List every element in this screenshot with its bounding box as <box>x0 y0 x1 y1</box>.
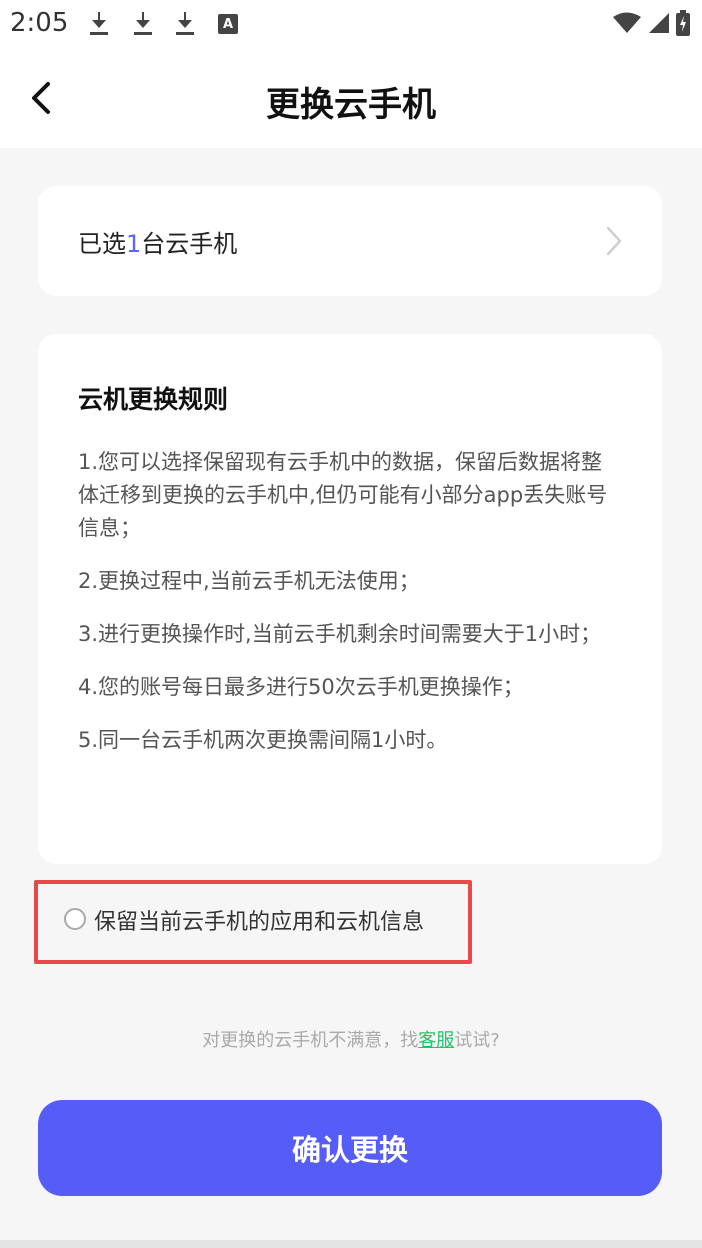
status-bar: 2:05 A <box>0 0 702 48</box>
status-right-icons <box>612 10 690 36</box>
bottom-edge <box>0 1240 702 1248</box>
battery-charging-icon <box>676 10 690 36</box>
a-notification-icon: A <box>218 14 238 34</box>
rule-item: 4.您的账号每日最多进行50次云手机更换操作； <box>78 675 524 699</box>
status-time: 2:05 <box>10 8 69 38</box>
selected-suffix: 台云手机 <box>141 230 238 258</box>
keep-data-radio[interactable] <box>64 908 86 930</box>
download-icon <box>88 10 110 38</box>
customer-service-link[interactable]: 客服 <box>418 1030 454 1051</box>
rule-item: 3.进行更换操作时,当前云手机剩余时间需要大于1小时； <box>78 622 602 646</box>
page-title: 更换云手机 <box>266 85 436 125</box>
download-icon <box>174 10 196 38</box>
selected-count-text: 已选1台云手机 <box>78 224 237 259</box>
support-suffix: 试试? <box>454 1030 500 1051</box>
selected-prefix: 已选 <box>78 230 126 258</box>
rule-item: 1.您可以选择保留现有云手机中的数据，保留后数据将整体迁移到更换的云手机中,但仍… <box>78 450 608 540</box>
header: 更换云手机 <box>0 48 702 148</box>
confirm-replace-button[interactable]: 确认更换 <box>38 1100 662 1196</box>
selected-phones-row[interactable]: 已选1台云手机 <box>38 186 662 296</box>
wifi-icon <box>613 12 641 33</box>
rules-title: 云机更换规则 <box>78 385 229 414</box>
rule-item: 2.更换过程中,当前云手机无法使用； <box>78 569 420 593</box>
rules-card: 云机更换规则 1.您可以选择保留现有云手机中的数据，保留后数据将整体迁移到更换的… <box>38 334 662 864</box>
chevron-left-icon <box>32 82 50 114</box>
signal-icon <box>649 13 669 33</box>
chevron-right-icon <box>606 226 622 256</box>
rule-item: 5.同一台云手机两次更换需间隔1小时。 <box>78 728 448 752</box>
selected-count: 1 <box>126 230 142 258</box>
back-button[interactable] <box>22 76 66 120</box>
support-hint: 对更换的云手机不满意，找客服试试? <box>0 1026 702 1052</box>
download-icon <box>132 10 154 38</box>
support-prefix: 对更换的云手机不满意，找 <box>202 1030 419 1051</box>
keep-data-label[interactable]: 保留当前云手机的应用和云机信息 <box>94 904 424 936</box>
